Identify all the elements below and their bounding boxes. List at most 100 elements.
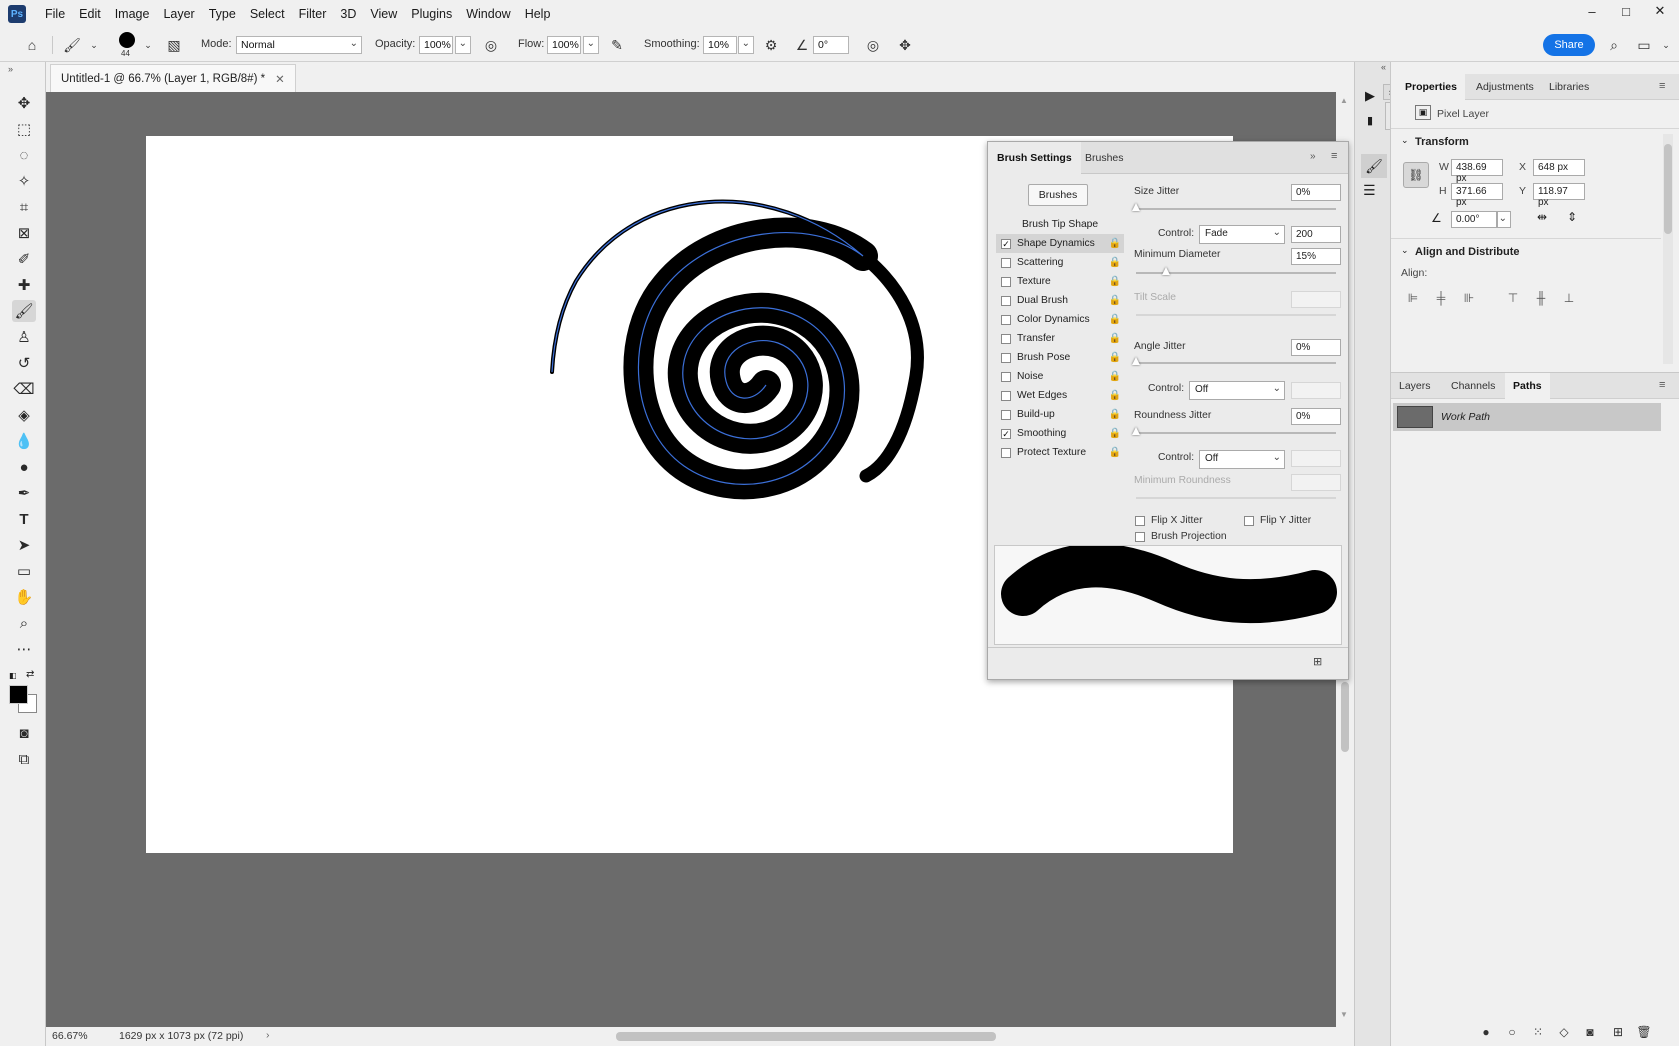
quick-mask-icon[interactable]: ◙ <box>12 722 36 744</box>
align-bottom-icon[interactable]: ⊥ <box>1561 290 1577 306</box>
scroll-down-icon[interactable]: ▼ <box>1340 1010 1348 1019</box>
roundness-jitter-input[interactable]: 0% <box>1291 408 1341 425</box>
dodge-tool-icon[interactable]: ● <box>12 456 36 478</box>
lock-icon[interactable]: 🔒 <box>1109 371 1121 382</box>
workspace-icon[interactable]: ▭ <box>1634 36 1654 54</box>
paint-bucket-tool-icon[interactable]: ◈ <box>12 404 36 426</box>
home-icon[interactable]: ⌂ <box>22 36 42 54</box>
lock-icon[interactable]: 🔒 <box>1109 295 1121 306</box>
pressure-opacity-icon[interactable]: ◎ <box>481 36 501 54</box>
properties-scroll-thumb[interactable] <box>1664 144 1672 234</box>
size-jitter-slider[interactable] <box>1132 203 1336 211</box>
search-icon[interactable]: ⌕ <box>1604 36 1624 54</box>
list-item[interactable]: Scattering 🔒 <box>996 253 1124 272</box>
menu-3d[interactable]: 3D <box>333 7 363 21</box>
lock-icon[interactable]: 🔒 <box>1109 257 1121 268</box>
document-dimensions[interactable]: 1629 px x 1073 px (72 ppi) <box>119 1030 243 1042</box>
pen-tool-icon[interactable]: ✒ <box>12 482 36 504</box>
move-tool-icon[interactable]: ✥ <box>12 92 36 114</box>
lock-icon[interactable]: 🔒 <box>1109 333 1121 344</box>
menu-help[interactable]: Help <box>518 7 558 21</box>
menu-plugins[interactable]: Plugins <box>404 7 459 21</box>
checkbox[interactable] <box>1001 352 1011 363</box>
chevron-down-icon[interactable]: ⌄ <box>1401 135 1409 146</box>
tab-channels[interactable]: Channels <box>1443 373 1503 399</box>
lock-icon[interactable]: 🔒 <box>1109 390 1121 401</box>
lock-icon[interactable]: 🔒 <box>1109 447 1121 458</box>
horizontal-scroll-thumb[interactable] <box>616 1032 996 1041</box>
eyedropper-tool-icon[interactable]: ✐ <box>12 248 36 270</box>
menu-view[interactable]: View <box>363 7 404 21</box>
chevron-down-icon[interactable]: ⌄ <box>1656 36 1676 54</box>
symmetry-icon[interactable]: ✥ <box>895 36 915 54</box>
trash-icon[interactable]: 🗑 <box>1635 1023 1653 1041</box>
height-input[interactable]: 371.66 px <box>1451 183 1503 208</box>
list-item[interactable]: Color Dynamics 🔒 <box>996 310 1124 329</box>
lock-icon[interactable]: 🔒 <box>1109 428 1121 439</box>
panel-menu-icon[interactable]: ≡ <box>1659 80 1665 92</box>
menu-layer[interactable]: Layer <box>156 7 201 21</box>
checkbox[interactable] <box>1001 314 1011 325</box>
align-vertical-center-icon[interactable]: ╫ <box>1533 290 1549 306</box>
list-item[interactable]: Texture 🔒 <box>996 272 1124 291</box>
brush-settings-panel-icon[interactable]: 🖌 <box>1361 154 1387 178</box>
chevron-right-icon[interactable]: › <box>266 1029 270 1041</box>
history-brush-tool-icon[interactable]: ↺ <box>12 352 36 374</box>
vertical-scroll-thumb[interactable] <box>1341 682 1349 752</box>
marquee-tool-icon[interactable]: ⬚ <box>12 118 36 140</box>
roundness-jitter-slider[interactable] <box>1132 427 1336 435</box>
list-item-brush-tip-shape[interactable]: Brush Tip Shape <box>996 215 1124 234</box>
checkbox[interactable] <box>1001 333 1011 344</box>
panel-menu-icon[interactable]: ≡ <box>1331 150 1337 162</box>
menu-window[interactable]: Window <box>459 7 517 21</box>
screen-mode-icon[interactable]: ⧉ <box>12 748 36 770</box>
opacity-input[interactable]: 100% <box>419 36 453 54</box>
foreground-color-swatch[interactable] <box>9 685 28 704</box>
lock-icon[interactable]: 🔒 <box>1109 409 1121 420</box>
pressure-size-icon[interactable]: ◎ <box>863 36 883 54</box>
list-item[interactable]: Brush Pose 🔒 <box>996 348 1124 367</box>
flow-input[interactable]: 100% <box>547 36 581 54</box>
brush-projection-option[interactable]: Brush Projection <box>1130 531 1227 542</box>
rotation-input[interactable]: 0.00° <box>1451 211 1497 228</box>
opacity-dropdown[interactable]: ⌄ <box>455 36 471 54</box>
list-item[interactable]: Protect Texture 🔒 <box>996 443 1124 462</box>
checkbox[interactable] <box>1135 515 1145 526</box>
slider-thumb[interactable] <box>1132 427 1140 435</box>
path-row-work-path[interactable]: Work Path <box>1393 403 1661 431</box>
load-selection-icon[interactable]: ⁙ <box>1529 1023 1547 1041</box>
menu-file[interactable]: File <box>38 7 72 21</box>
collapse-icon[interactable]: » <box>1310 151 1316 162</box>
checkbox[interactable] <box>1001 371 1011 382</box>
rotation-dropdown[interactable]: ⌄ <box>1497 211 1511 228</box>
eraser-tool-icon[interactable]: ⌫ <box>12 378 36 400</box>
collapse-icon[interactable]: » <box>8 64 13 74</box>
menu-type[interactable]: Type <box>202 7 243 21</box>
chevron-down-icon[interactable]: ⌄ <box>138 36 158 54</box>
flip-y-jitter-option[interactable]: Flip Y Jitter <box>1239 515 1311 526</box>
clone-stamp-tool-icon[interactable]: ♙ <box>12 326 36 348</box>
checkbox[interactable] <box>1001 276 1011 287</box>
list-item[interactable]: Noise 🔒 <box>996 367 1124 386</box>
checkbox[interactable] <box>1244 515 1254 526</box>
brush-settings-toggle-icon[interactable]: ▧ <box>164 36 184 54</box>
align-right-icon[interactable]: ⊪ <box>1461 290 1477 306</box>
size-control-select[interactable]: Fade ⌄ <box>1199 225 1285 244</box>
document-tab[interactable]: Untitled-1 @ 66.7% (Layer 1, RGB/8#) * ✕ <box>50 64 296 92</box>
size-jitter-input[interactable]: 0% <box>1291 184 1341 201</box>
fade-steps-input[interactable]: 200 <box>1291 226 1341 243</box>
brush-preview-icon[interactable] <box>119 32 135 48</box>
tab-brushes[interactable]: Brushes <box>1076 142 1133 174</box>
angle-jitter-input[interactable]: 0% <box>1291 339 1341 356</box>
checkbox[interactable]: ✓ <box>1001 238 1011 249</box>
type-tool-icon[interactable]: T <box>12 508 36 530</box>
tab-libraries[interactable]: Libraries <box>1541 74 1597 100</box>
slider-thumb[interactable] <box>1162 267 1170 275</box>
flow-dropdown[interactable]: ⌄ <box>583 36 599 54</box>
angle-control-select[interactable]: Off ⌄ <box>1189 381 1285 400</box>
align-top-icon[interactable]: ⊤ <box>1505 290 1521 306</box>
crop-tool-icon[interactable]: ⌗ <box>12 196 36 218</box>
lock-icon[interactable]: 🔒 <box>1109 352 1121 363</box>
zoom-tool-icon[interactable]: ⌕ <box>12 612 36 634</box>
stroke-path-icon[interactable]: ○ <box>1503 1023 1521 1041</box>
